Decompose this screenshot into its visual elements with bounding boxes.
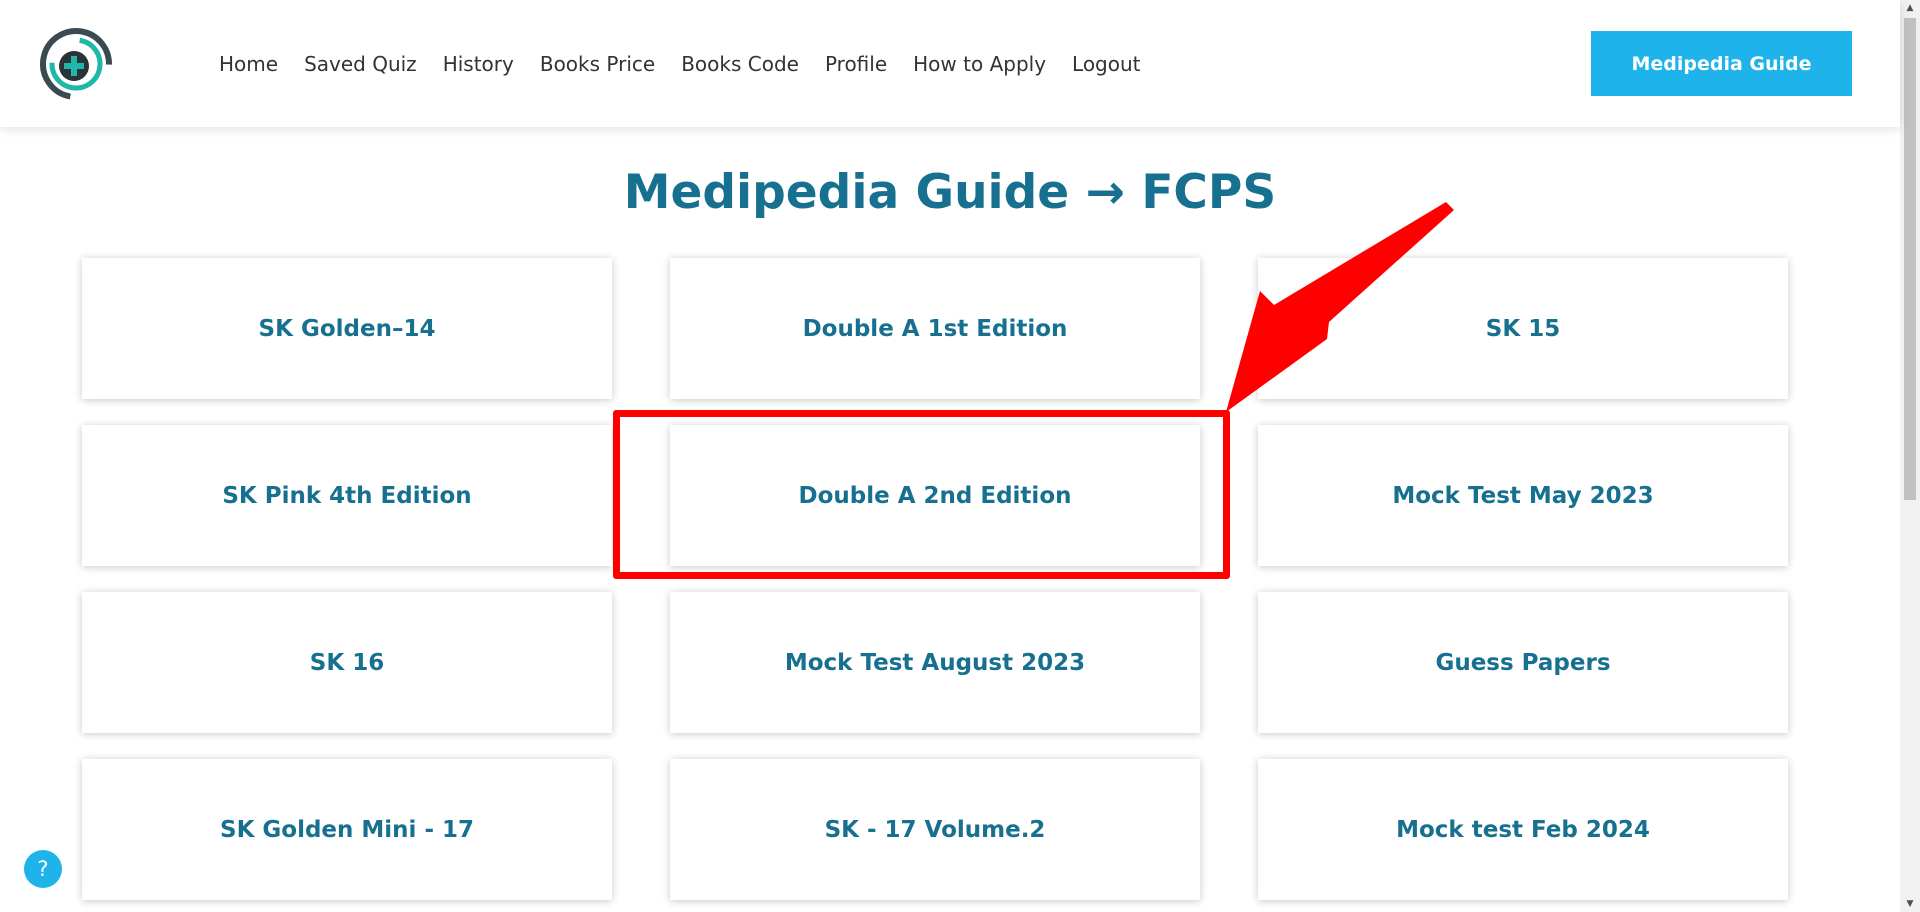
card-label: SK - 17 Volume.2 [824,816,1046,843]
card-label: SK Golden Mini - 17 [220,816,474,843]
card-mock-test-feb-2024[interactable]: Mock test Feb 2024 [1258,759,1788,900]
card-sk-pink-4th-edition[interactable]: SK Pink 4th Edition [82,425,612,566]
highlight-box [613,410,1230,579]
nav-how-to-apply[interactable]: How to Apply [913,50,1046,78]
card-label: Mock Test August 2023 [784,649,1086,676]
nav-logout[interactable]: Logout [1072,50,1140,78]
card-label: SK 15 [1485,315,1561,342]
nav-books-price[interactable]: Books Price [540,50,655,78]
card-label: SK Golden–14 [258,315,436,342]
page-title: Medipedia Guide → FCPS [0,160,1900,226]
card-label: SK 16 [309,649,385,676]
card-guess-papers[interactable]: Guess Papers [1258,592,1788,733]
card-mock-test-may-2023[interactable]: Mock Test May 2023 [1258,425,1788,566]
nav-profile[interactable]: Profile [825,50,887,78]
card-label: SK Pink 4th Edition [222,482,472,509]
card-label: Mock Test May 2023 [1392,482,1654,509]
nav-saved-quiz[interactable]: Saved Quiz [304,50,417,78]
nav-history[interactable]: History [443,50,514,78]
pointer-arrow-icon [1226,202,1454,412]
card-sk-golden-mini-17[interactable]: SK Golden Mini - 17 [82,759,612,900]
scrollbar[interactable]: ▲ ▼ [1900,0,1920,912]
card-label: Double A 1st Edition [802,315,1068,342]
help-button[interactable]: ? [24,850,62,888]
card-mock-test-august-2023[interactable]: Mock Test August 2023 [670,592,1200,733]
card-label: Mock test Feb 2024 [1396,816,1650,843]
card-double-a-1st-edition[interactable]: Double A 1st Edition [670,258,1200,399]
site-header: Home Saved Quiz History Books Price Book… [0,0,1900,127]
scrollbar-thumb[interactable] [1904,18,1916,500]
card-sk-golden-14[interactable]: SK Golden–14 [82,258,612,399]
card-sk-17-volume-2[interactable]: SK - 17 Volume.2 [670,759,1200,900]
medipedia-guide-button[interactable]: Medipedia Guide [1591,31,1852,96]
main-nav: Home Saved Quiz History Books Price Book… [219,50,1141,78]
scroll-up-icon[interactable]: ▲ [1904,2,1916,14]
nav-books-code[interactable]: Books Code [681,50,799,78]
scroll-down-icon[interactable]: ▼ [1904,898,1916,910]
card-sk-16[interactable]: SK 16 [82,592,612,733]
book-grid: SK Golden–14 Double A 1st Edition SK 15 … [82,258,1788,900]
title-main: Medipedia Guide [623,165,1070,220]
logo-icon[interactable] [38,26,114,102]
card-label: Guess Papers [1435,649,1611,676]
title-arrow-icon: → [1085,165,1125,220]
nav-home[interactable]: Home [219,50,278,78]
